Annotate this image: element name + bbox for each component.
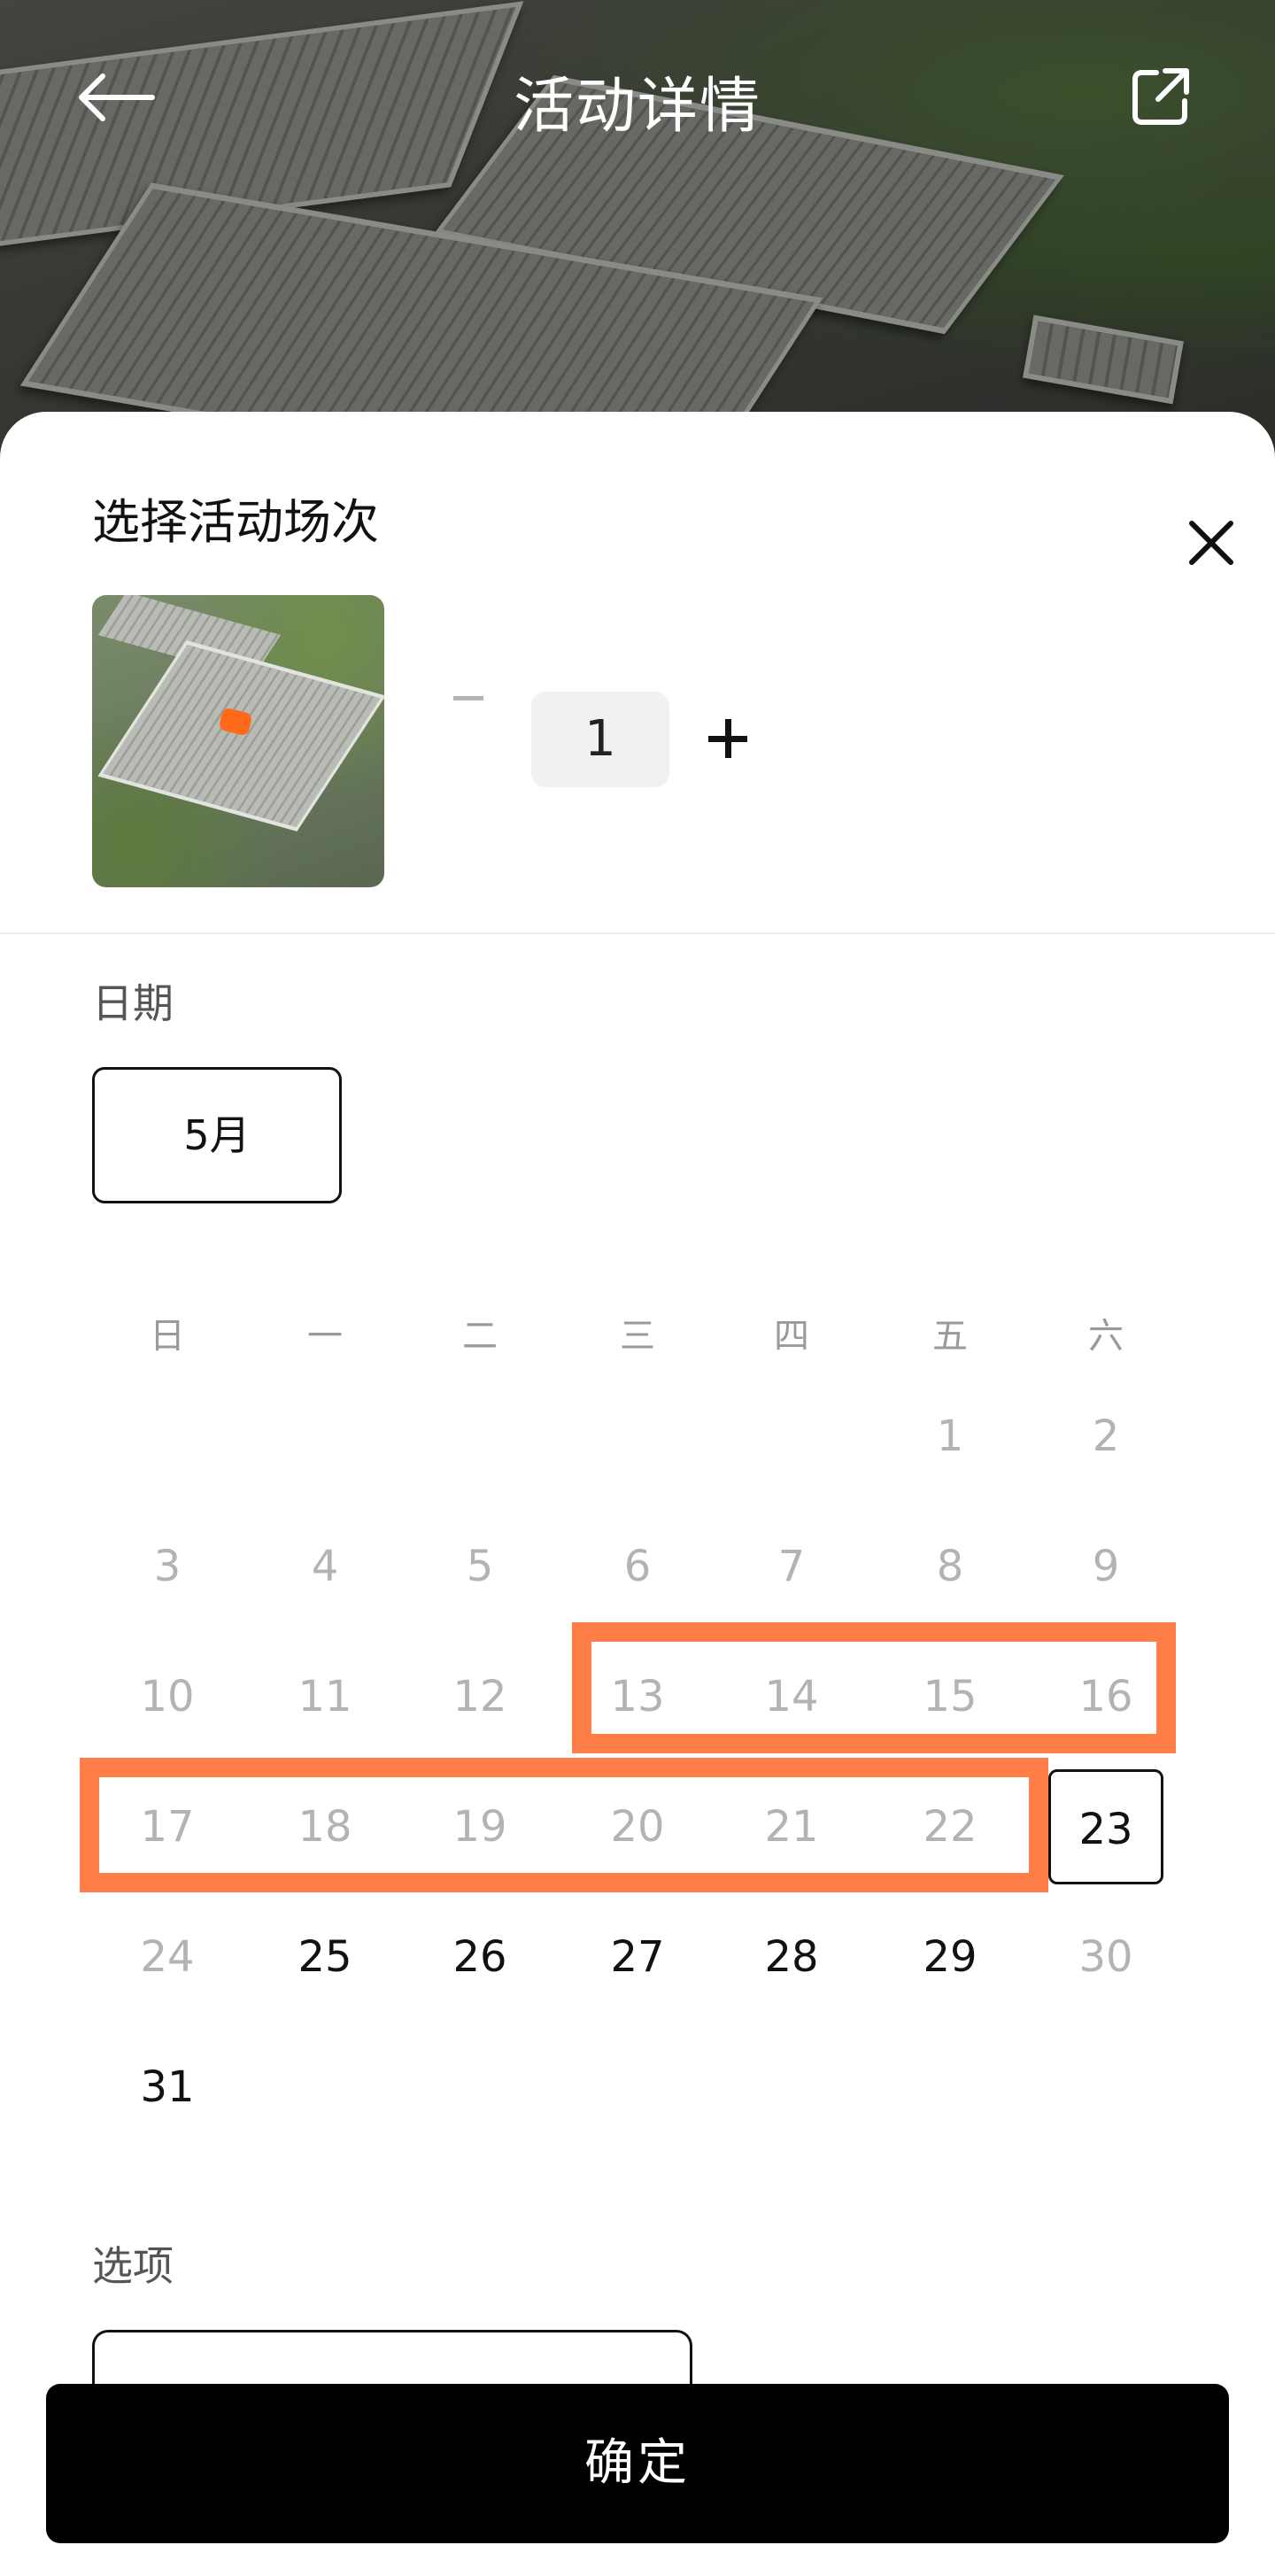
weekday-label: 一 [307,1316,343,1357]
option-section-label: 选项 [92,2242,174,2290]
calendar-day-17: 17 [140,1802,195,1852]
weekday-label: 六 [1088,1316,1124,1357]
calendar-day-26[interactable]: 26 [422,1899,537,2015]
calendar-day-31[interactable]: 31 [110,2030,225,2145]
calendar-day-27[interactable]: 27 [580,1899,695,2015]
calendar-day-11: 11 [298,1672,352,1721]
share-external-icon[interactable] [1130,66,1192,128]
calendar-day-8: 8 [936,1542,964,1591]
calendar-day-1: 1 [936,1412,964,1461]
confirm-button[interactable]: 确定 [46,2384,1229,2543]
calendar-day-21: 21 [764,1802,819,1852]
calendar-day-22: 22 [923,1802,978,1852]
calendar-day-29[interactable]: 29 [892,1899,1008,2015]
quantity-value[interactable]: 1 [531,692,669,787]
weekday-label: 三 [620,1316,655,1357]
calendar-day-13: 13 [610,1672,665,1721]
weekday-label: 二 [462,1316,498,1357]
close-icon[interactable] [1186,518,1236,568]
calendar-day-2: 2 [1092,1412,1120,1461]
sheet-title: 选择活动场次 [92,494,379,550]
calendar-day-19: 19 [452,1802,507,1852]
calendar-day-10: 10 [140,1672,195,1721]
calendar-day-9: 9 [1092,1542,1120,1591]
calendar-day-12: 12 [452,1672,507,1721]
calendar-day-25[interactable]: 25 [267,1899,382,2015]
event-thumbnail [92,595,384,887]
weekday-label: 五 [932,1316,968,1357]
calendar-day-15: 15 [923,1672,978,1721]
calendar-day-3: 3 [153,1542,182,1591]
month-selector-button[interactable]: 5月 [92,1067,342,1203]
thumbnail-building [97,640,384,832]
calendar-day-20: 20 [610,1802,665,1852]
plus-icon[interactable] [708,716,754,762]
minus-glyph [453,696,483,700]
divider [0,932,1275,934]
date-section-label: 日期 [92,979,174,1027]
weekday-label: 四 [774,1316,809,1357]
calendar-day-24: 24 [140,1932,195,1982]
page-title: 活动详情 [513,72,761,142]
calendar-day-6: 6 [623,1542,652,1591]
calendar-day-23[interactable]: 23 [1048,1769,1163,1884]
weekday-label: 日 [150,1316,185,1357]
top-bar: 活动详情 [0,0,1275,195]
minus-icon[interactable] [453,695,489,702]
calendar-day-14: 14 [764,1672,819,1721]
calendar-day-5: 5 [466,1542,494,1591]
calendar-day-4: 4 [311,1542,339,1591]
calendar-day-28[interactable]: 28 [734,1899,849,2015]
calendar-day-30: 30 [1078,1932,1133,1982]
calendar-day-7: 7 [777,1542,806,1591]
session-picker-sheet: 选择活动场次 1 日期 5月 日一二三四五六 1 2 3 4 5 6 7 8 9 10 11 12 13… [0,412,1275,2576]
calendar-day-18: 18 [298,1802,352,1852]
calendar-day-16: 16 [1078,1672,1133,1721]
